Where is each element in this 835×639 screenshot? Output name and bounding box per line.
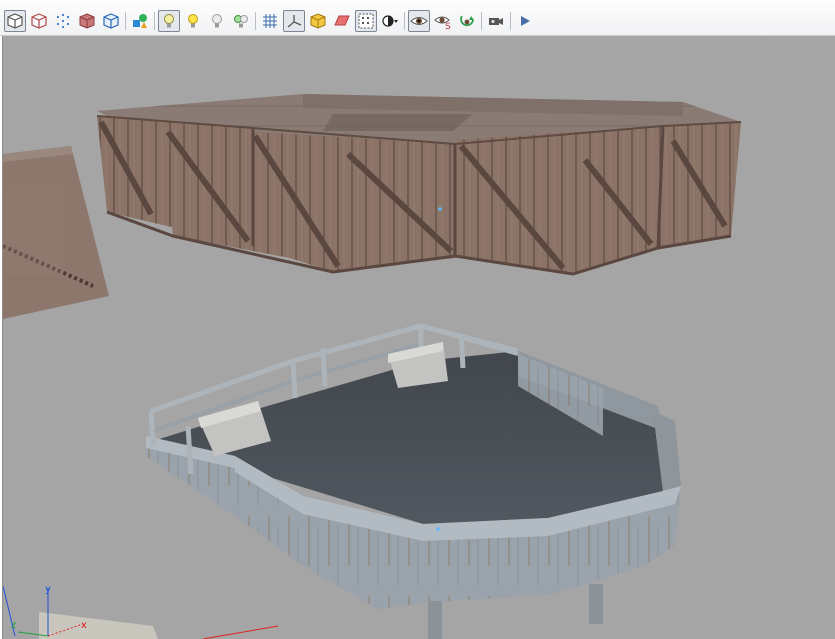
viewport-toolbar: S xyxy=(0,0,835,36)
ground-plane-fragment xyxy=(39,612,158,639)
axes-button[interactable] xyxy=(283,10,305,32)
toolbar-separator xyxy=(510,12,511,30)
textured-cube-icon xyxy=(79,13,95,29)
eye-view-button[interactable] xyxy=(408,10,430,32)
shapes-color-icon xyxy=(133,14,147,28)
toolbar-separator xyxy=(404,12,405,30)
textured-cube-button[interactable] xyxy=(76,10,98,32)
light-bulb-button[interactable] xyxy=(182,10,204,32)
y-axis-label: y xyxy=(45,584,51,595)
play-icon xyxy=(521,16,530,26)
shapes-color-button[interactable] xyxy=(129,10,151,32)
camera-button[interactable] xyxy=(485,10,507,32)
grid-icon xyxy=(263,14,277,28)
3d-editor-window: S y x z xyxy=(0,0,835,639)
multi-light-button[interactable] xyxy=(230,10,252,32)
z-axis-label: z xyxy=(11,620,17,631)
crate-stack[interactable] xyxy=(96,94,742,276)
axes-icon xyxy=(287,15,302,28)
scene-render xyxy=(3,94,742,639)
yellow-cube-button[interactable] xyxy=(307,10,329,32)
eye-rotate-button[interactable] xyxy=(456,10,478,32)
toolbar-separator xyxy=(255,12,256,30)
wireframe-cube-icon xyxy=(31,13,47,29)
selection-grid-icon xyxy=(358,13,374,29)
bounding-box-icon xyxy=(103,13,119,29)
selection-grid-button[interactable] xyxy=(355,10,377,32)
boat-model[interactable] xyxy=(146,323,681,639)
yellow-cube-icon xyxy=(310,13,326,29)
multi-light-icon xyxy=(234,15,248,28)
light-bulb-off-icon xyxy=(212,14,222,28)
toolbar-separator xyxy=(154,12,155,30)
solid-cube-view-button[interactable] xyxy=(4,10,26,32)
play-button[interactable] xyxy=(514,10,536,32)
point-cloud-icon xyxy=(56,13,70,29)
grid-button[interactable] xyxy=(259,10,281,32)
eye-view-icon xyxy=(410,17,428,25)
toolbar-separator xyxy=(125,12,126,30)
point-cloud-button[interactable] xyxy=(52,10,74,32)
shading-dropdown-icon xyxy=(382,15,398,27)
svg-text:S: S xyxy=(445,22,451,30)
lighting-on-button[interactable] xyxy=(158,10,180,32)
light-bulb-icon xyxy=(188,14,198,28)
lighting-on-icon xyxy=(164,14,174,28)
crate-left-partial[interactable] xyxy=(3,146,109,319)
bounding-box-button[interactable] xyxy=(100,10,122,32)
3d-viewport[interactable]: y x z xyxy=(2,36,835,639)
x-axis-label: x xyxy=(81,620,87,631)
solid-cube-view-icon xyxy=(7,13,23,29)
eye-settings-button[interactable]: S xyxy=(432,10,454,32)
red-plane-button[interactable] xyxy=(331,10,353,32)
camera-icon xyxy=(489,18,503,25)
eye-rotate-icon xyxy=(460,15,474,27)
toolbar-separator xyxy=(481,12,482,30)
eye-settings-icon: S xyxy=(434,16,451,30)
shading-dropdown-button[interactable] xyxy=(379,10,401,32)
wireframe-cube-button[interactable] xyxy=(28,10,50,32)
red-plane-icon xyxy=(334,15,350,26)
light-bulb-off-button[interactable] xyxy=(206,10,228,32)
